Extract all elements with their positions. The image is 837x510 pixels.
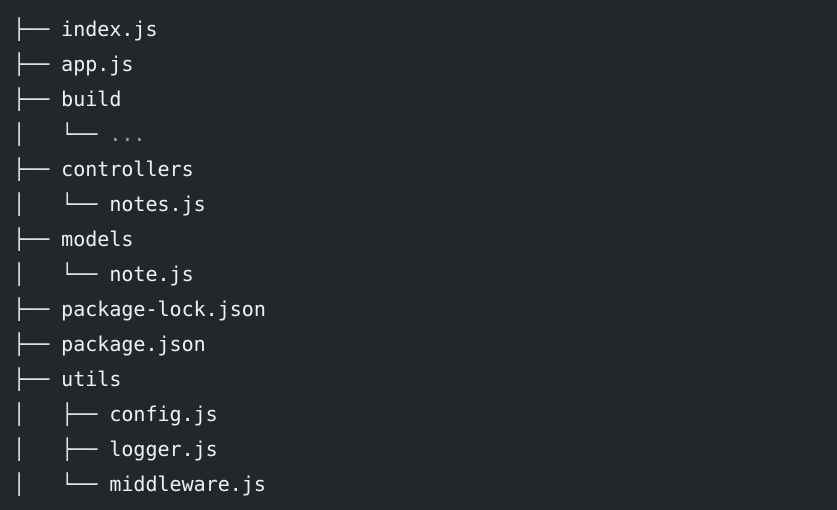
tree-row-utils: ├── utils (13, 362, 837, 397)
tree-row-controllers: ├── controllers (13, 152, 837, 187)
folder-name: build (61, 87, 122, 111)
tree-row-note-js: │ └── note.js (13, 257, 837, 292)
tree-row-config-js: │ ├── config.js (13, 397, 837, 432)
tree-row-notes-js: │ └── notes.js (13, 187, 837, 222)
tree-row-package-lock-json: ├── package-lock.json (13, 292, 837, 327)
file-name: middleware.js (109, 472, 266, 496)
tree-row-build: ├── build (13, 82, 837, 117)
file-name: config.js (109, 402, 218, 426)
tree-row-package-json: ├── package.json (13, 327, 837, 362)
tree-branch-connector: ├── (13, 17, 62, 41)
tree-row-build-ellipsis: │ └── ... (13, 117, 837, 152)
tree-branch-connector: ├── (13, 227, 62, 251)
tree-branch-connector: │ ├── (13, 437, 110, 461)
tree-branch-connector: │ └── (13, 122, 110, 146)
file-tree: ├── index.js ├── app.js ├── build │ └── … (0, 0, 837, 510)
tree-row-index-js: ├── index.js (13, 12, 837, 47)
folder-name: controllers (61, 157, 194, 181)
tree-branch-connector: │ └── (13, 262, 110, 286)
file-name: app.js (61, 52, 134, 76)
tree-row-models: ├── models (13, 222, 837, 257)
tree-branch-connector: │ └── (13, 192, 110, 216)
tree-branch-connector: │ └── (13, 472, 110, 496)
tree-branch-connector: ├── (13, 297, 62, 321)
folder-name: models (61, 227, 134, 251)
folder-name: utils (61, 367, 122, 391)
tree-row-logger-js: │ ├── logger.js (13, 432, 837, 467)
file-name: index.js (61, 17, 158, 41)
file-name: notes.js (109, 192, 206, 216)
tree-row-middleware-js: │ └── middleware.js (13, 467, 837, 502)
tree-row-app-js: ├── app.js (13, 47, 837, 82)
file-name: logger.js (109, 437, 218, 461)
file-name: package-lock.json (61, 297, 266, 321)
tree-branch-connector: ├── (13, 52, 62, 76)
tree-branch-connector: ├── (13, 332, 62, 356)
tree-branch-connector: │ ├── (13, 402, 110, 426)
ellipsis-placeholder: ... (109, 122, 146, 146)
file-name: package.json (61, 332, 206, 356)
file-name: note.js (109, 262, 194, 286)
tree-branch-connector: ├── (13, 157, 62, 181)
tree-branch-connector: ├── (13, 367, 62, 391)
tree-branch-connector: ├── (13, 87, 62, 111)
